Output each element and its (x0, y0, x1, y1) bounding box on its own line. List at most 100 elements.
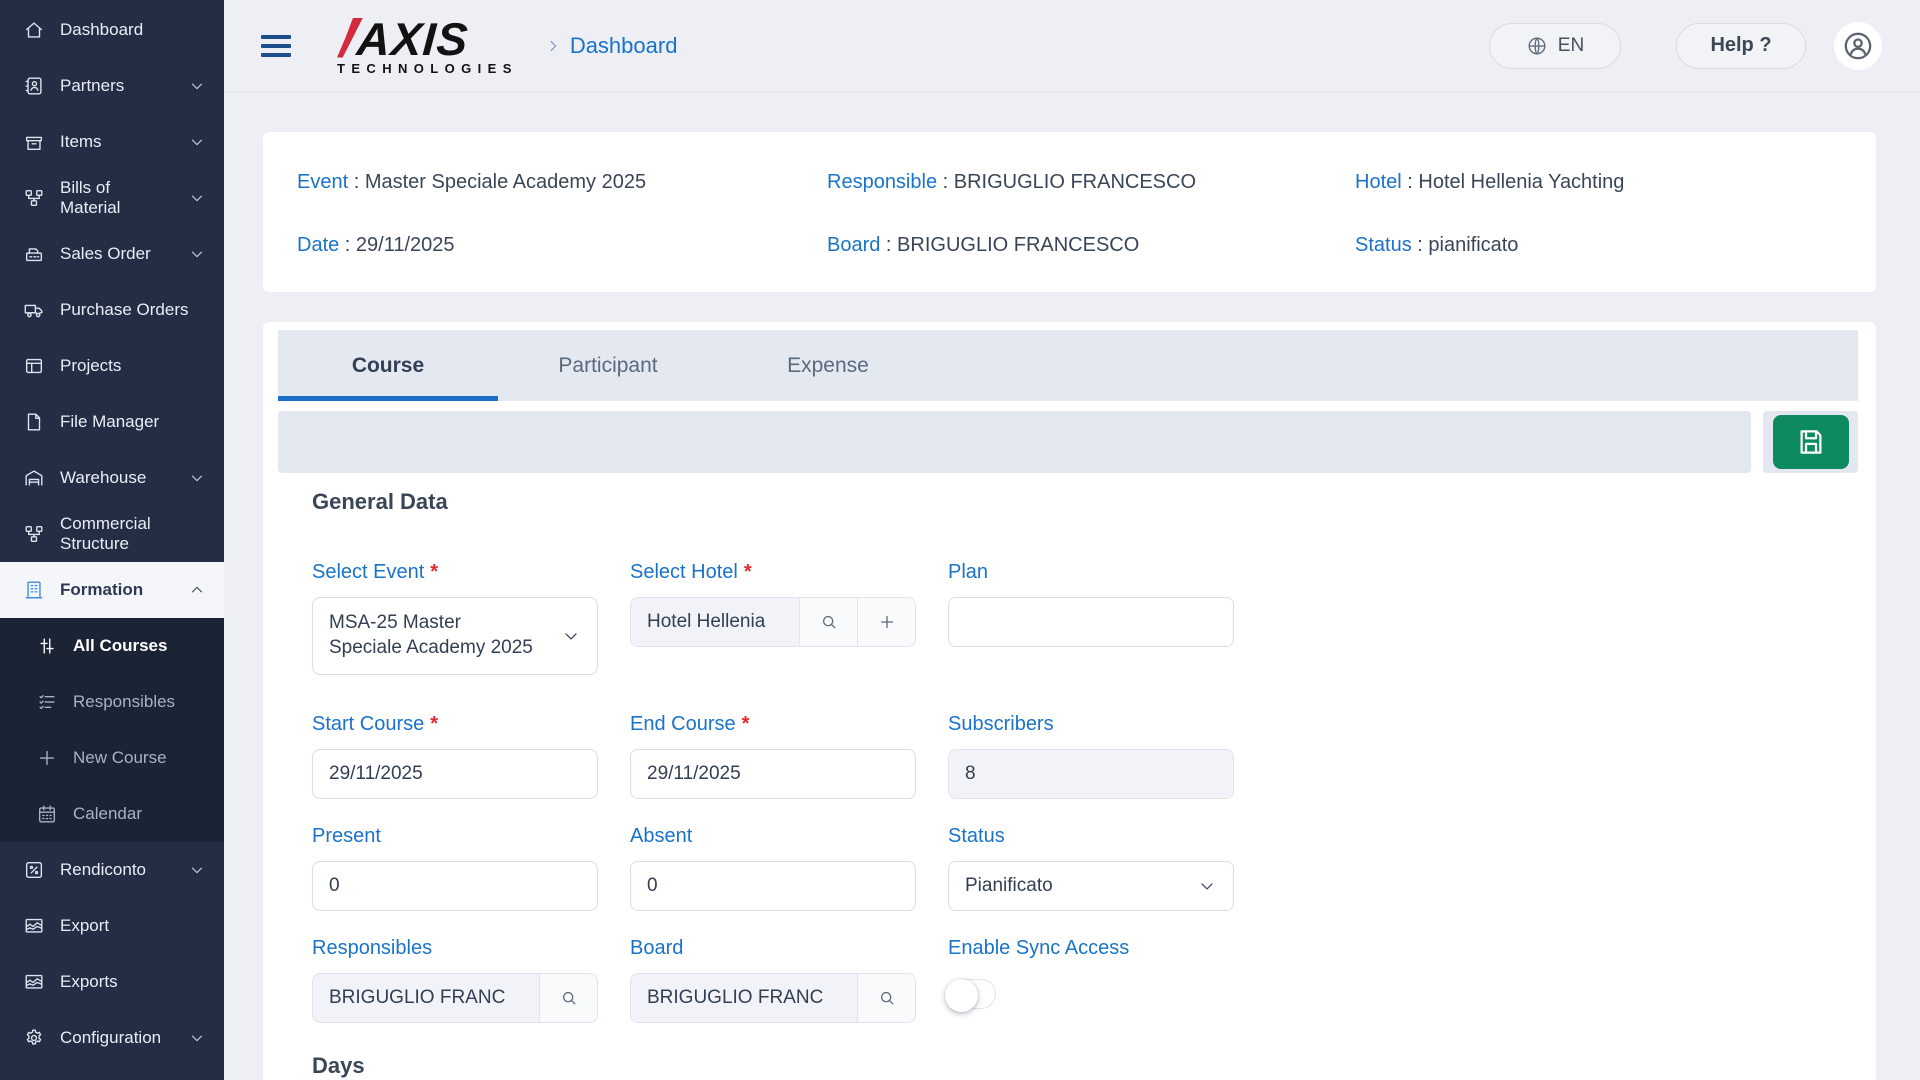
sidebar-item-label: Purchase Orders (60, 300, 206, 320)
sidebar-item-label: Projects (60, 356, 206, 376)
chevron-down-icon (1197, 876, 1217, 896)
start-course-input[interactable]: 29/11/2025 (312, 749, 598, 799)
responsibles-field: Responsibles BRIGUGLIO FRANC (312, 937, 598, 1023)
sidebar-item-icon (23, 859, 45, 881)
sidebar-item[interactable]: Dashboard (0, 2, 224, 58)
enable-sync-toggle[interactable] (948, 979, 996, 1009)
responsibles-search-button[interactable] (540, 973, 598, 1023)
end-course-input[interactable]: 29/11/2025 (630, 749, 916, 799)
sidebar-item-label: Dashboard (60, 20, 206, 40)
absent-input[interactable]: 0 (630, 861, 916, 911)
course-detail-card: Course Participant Expense General Data (263, 322, 1876, 1080)
tab-label: Course (352, 354, 424, 377)
responsibles-label: Responsibles (312, 937, 598, 960)
plan-input[interactable] (948, 597, 1234, 647)
sidebar-item-label: Bills of Material (60, 178, 173, 219)
responsibles-input[interactable]: BRIGUGLIO FRANC (312, 973, 540, 1023)
status-label: Status (948, 825, 1234, 848)
chevron-icon (188, 469, 206, 487)
required-asterisk: * (742, 713, 750, 735)
event-summary-card: Event : Master Speciale Academy 2025 Res… (263, 132, 1876, 292)
sidebar-item[interactable]: Sales Order (0, 226, 224, 282)
sidebar-item[interactable]: Partners (0, 58, 224, 114)
present-input[interactable]: 0 (312, 861, 598, 911)
sidebar-item[interactable]: Configuration (0, 1010, 224, 1066)
sidebar-item[interactable]: Exports (0, 954, 224, 1010)
subscribers-input: 8 (948, 749, 1234, 799)
sidebar-item[interactable]: Export (0, 898, 224, 954)
hotel-add-button[interactable] (858, 597, 916, 647)
chevron-icon (188, 861, 206, 879)
sidebar-item-icon (23, 243, 45, 265)
chevron-icon (188, 245, 206, 263)
sidebar-item[interactable]: Responsibles (0, 674, 224, 730)
sidebar-item[interactable]: All Courses (0, 618, 224, 674)
info-field-value: pianificato (1428, 234, 1518, 256)
page-content: Event : Master Speciale Academy 2025 Res… (224, 92, 1920, 1080)
board-field: Board BRIGUGLIO FRANC (630, 937, 916, 1023)
sidebar-item-label: Items (60, 132, 173, 152)
active-tab-underline (278, 396, 498, 401)
sidebar-item-label: New Course (73, 748, 206, 768)
sidebar-item-label: Formation (60, 580, 173, 600)
sidebar-item[interactable]: Commercial Structure (0, 506, 224, 562)
sidebar-item-icon (23, 523, 45, 545)
tab[interactable]: Course (278, 330, 498, 401)
sidebar-item-icon (23, 1027, 45, 1049)
sidebar-item-label: Configuration (60, 1028, 173, 1048)
sidebar-item-icon (23, 915, 45, 937)
enable-sync-label: Enable Sync Access (948, 937, 1234, 960)
chevron-icon (188, 189, 206, 207)
sidebar-item[interactable]: Projects (0, 338, 224, 394)
sidebar: Dashboard Partners Items Bills of Materi… (0, 0, 224, 1080)
tab[interactable]: Participant (498, 330, 718, 401)
info-field-label: Date (297, 234, 339, 256)
main-area: AXIS TECHNOLOGIES Dashboard EN Help ? Ev (224, 0, 1920, 1080)
subscribers-field: Subscribers 8 (948, 713, 1234, 799)
end-course-label: End Course (630, 713, 736, 735)
sidebar-item[interactable]: Warehouse (0, 450, 224, 506)
hotel-search-button[interactable] (800, 597, 858, 647)
sidebar-item[interactable]: Rendiconto (0, 842, 224, 898)
search-icon (559, 988, 579, 1008)
top-header: AXIS TECHNOLOGIES Dashboard EN Help ? (224, 0, 1920, 92)
select-event-dropdown[interactable]: MSA-25 Master Speciale Academy 2025 (312, 597, 598, 675)
status-dropdown[interactable]: Pianificato (948, 861, 1234, 911)
tab-bar: Course Participant Expense (278, 330, 1858, 401)
sidebar-item[interactable]: Formation (0, 562, 224, 618)
sidebar-item[interactable]: New Course (0, 730, 224, 786)
days-section-title: Days (312, 1053, 1858, 1079)
info-field-value: Master Speciale Academy 2025 (365, 171, 646, 193)
user-avatar-button[interactable] (1834, 22, 1882, 70)
chevron-icon (188, 77, 206, 95)
info-field-label: Board (827, 234, 880, 256)
start-course-label: Start Course (312, 713, 424, 735)
sidebar-item[interactable]: File Manager (0, 394, 224, 450)
board-input[interactable]: BRIGUGLIO FRANC (630, 973, 858, 1023)
sidebar-item-icon (23, 411, 45, 433)
breadcrumb-link[interactable]: Dashboard (570, 33, 678, 59)
person-circle-icon (1841, 29, 1875, 63)
sidebar-item[interactable]: Bills of Material (0, 170, 224, 226)
select-hotel-label: Select Hotel (630, 561, 738, 583)
sidebar-item-icon (23, 19, 45, 41)
help-button[interactable]: Help ? (1676, 23, 1806, 69)
required-asterisk: * (744, 561, 752, 583)
breadcrumb: Dashboard (544, 33, 678, 59)
tab[interactable]: Expense (718, 330, 938, 401)
sidebar-item-label: All Courses (73, 636, 206, 656)
sidebar-item-label: Partners (60, 76, 173, 96)
select-hotel-field: Select Hotel * Hotel Hellenia (630, 561, 916, 647)
language-button[interactable]: EN (1489, 23, 1621, 69)
hamburger-menu-icon[interactable] (261, 35, 291, 57)
tab-label: Expense (787, 354, 869, 377)
select-hotel-input[interactable]: Hotel Hellenia (630, 597, 800, 647)
board-search-button[interactable] (858, 973, 916, 1023)
info-field-value: BRIGUGLIO FRANCESCO (954, 171, 1196, 193)
save-button[interactable] (1773, 415, 1849, 469)
sidebar-item-icon (23, 579, 45, 601)
sidebar-item[interactable]: Calendar (0, 786, 224, 842)
sidebar-item[interactable]: Items (0, 114, 224, 170)
sidebar-item[interactable]: Purchase Orders (0, 282, 224, 338)
info-field-value: BRIGUGLIO FRANCESCO (897, 234, 1139, 256)
